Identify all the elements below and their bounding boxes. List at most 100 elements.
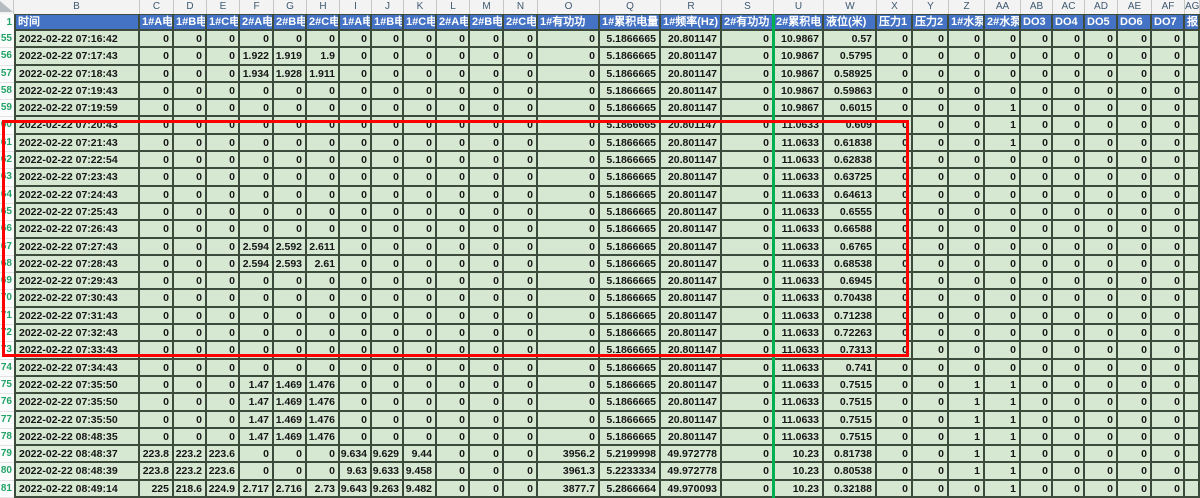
cell-Z73[interactable]: 0 bbox=[949, 342, 985, 359]
column-letter-S[interactable]: S bbox=[722, 0, 774, 14]
cell-L58[interactable]: 0 bbox=[437, 83, 470, 100]
cell-AD77[interactable]: 0 bbox=[1085, 412, 1118, 429]
cell-O76[interactable]: 0 bbox=[538, 394, 600, 411]
cell-AA66[interactable]: 0 bbox=[985, 221, 1021, 238]
column-letter-Y[interactable]: Y bbox=[913, 0, 949, 14]
cell-H77[interactable]: 1.476 bbox=[307, 412, 340, 429]
cell-AD74[interactable]: 0 bbox=[1085, 360, 1118, 377]
header-cell-S[interactable]: 2#有功功 bbox=[722, 14, 774, 31]
cell-B56[interactable]: 2022-02-22 07:17:43 bbox=[14, 48, 140, 65]
cell-AC60[interactable]: 0 bbox=[1053, 117, 1085, 134]
cell-C55[interactable]: 0 bbox=[140, 31, 174, 48]
cell-C77[interactable]: 0 bbox=[140, 412, 174, 429]
cell-L55[interactable]: 0 bbox=[437, 31, 470, 48]
cell-Y56[interactable]: 0 bbox=[913, 48, 949, 65]
cell-I56[interactable]: 0 bbox=[340, 48, 372, 65]
cell-AC70[interactable]: 0 bbox=[1053, 290, 1085, 307]
cell-E59[interactable]: 0 bbox=[207, 100, 240, 117]
cell-F76[interactable]: 1.47 bbox=[240, 394, 274, 411]
cell-AC73[interactable]: 0 bbox=[1053, 342, 1085, 359]
cell-D75[interactable]: 0 bbox=[174, 377, 207, 394]
cell-W78[interactable]: 0.7515 bbox=[824, 429, 877, 446]
cell-O75[interactable]: 0 bbox=[538, 377, 600, 394]
cell-Z80[interactable]: 1 bbox=[949, 463, 985, 480]
cell-Z64[interactable]: 0 bbox=[949, 187, 985, 204]
cell-AB68[interactable]: 0 bbox=[1021, 256, 1053, 273]
cell-AC55[interactable]: 0 bbox=[1053, 31, 1085, 48]
cell-Y70[interactable]: 0 bbox=[913, 290, 949, 307]
header-cell-N[interactable]: 2#C电 bbox=[504, 14, 538, 31]
column-letter-B[interactable]: B bbox=[14, 0, 140, 14]
cell-H80[interactable]: 0 bbox=[307, 463, 340, 480]
cell-G59[interactable]: 0 bbox=[274, 100, 307, 117]
cell-AB80[interactable]: 0 bbox=[1021, 463, 1053, 480]
cell-AC81[interactable]: 0 bbox=[1053, 481, 1085, 498]
cell-R55[interactable]: 20.801147 bbox=[661, 31, 722, 48]
cell-AD68[interactable]: 0 bbox=[1085, 256, 1118, 273]
header-cell-K[interactable]: 1#C电 bbox=[404, 14, 437, 31]
cell-G80[interactable]: 0 bbox=[274, 463, 307, 480]
cell-AF81[interactable]: 0 bbox=[1152, 481, 1185, 498]
cell-I59[interactable]: 0 bbox=[340, 100, 372, 117]
cell-S77[interactable]: 0 bbox=[722, 412, 774, 429]
column-letter-AD[interactable]: AD bbox=[1085, 0, 1118, 14]
cell-Q77[interactable]: 5.1866665 bbox=[600, 412, 661, 429]
cell-AB77[interactable]: 0 bbox=[1021, 412, 1053, 429]
cell-S59[interactable]: 0 bbox=[722, 100, 774, 117]
header-cell-Q[interactable]: 1#累积电量 bbox=[600, 14, 661, 31]
cell-C75[interactable]: 0 bbox=[140, 377, 174, 394]
header-cell-R[interactable]: 1#频率(Hz) bbox=[661, 14, 722, 31]
cell-R77[interactable]: 20.801147 bbox=[661, 412, 722, 429]
cell-AA56[interactable]: 0 bbox=[985, 48, 1021, 65]
cell-E77[interactable]: 0 bbox=[207, 412, 240, 429]
header-cell-U[interactable]: 2#累积电 bbox=[774, 14, 824, 31]
cell-AG79[interactable] bbox=[1185, 446, 1200, 463]
cell-AA57[interactable]: 0 bbox=[985, 66, 1021, 83]
cell-AB69[interactable]: 0 bbox=[1021, 273, 1053, 290]
cell-AE64[interactable]: 0 bbox=[1118, 187, 1152, 204]
cell-AE63[interactable]: 0 bbox=[1118, 169, 1152, 186]
cell-K57[interactable]: 0 bbox=[404, 66, 437, 83]
cell-AB56[interactable]: 0 bbox=[1021, 48, 1053, 65]
cell-M59[interactable]: 0 bbox=[470, 100, 504, 117]
cell-L77[interactable]: 0 bbox=[437, 412, 470, 429]
cell-L79[interactable]: 0 bbox=[437, 446, 470, 463]
cell-Z75[interactable]: 1 bbox=[949, 377, 985, 394]
cell-Q59[interactable]: 5.1866665 bbox=[600, 100, 661, 117]
cell-AG59[interactable] bbox=[1185, 100, 1200, 117]
cell-G56[interactable]: 1.919 bbox=[274, 48, 307, 65]
cell-G75[interactable]: 1.469 bbox=[274, 377, 307, 394]
cell-AC64[interactable]: 0 bbox=[1053, 187, 1085, 204]
column-letter-H[interactable]: H bbox=[307, 0, 340, 14]
cell-AA59[interactable]: 1 bbox=[985, 100, 1021, 117]
cell-AB81[interactable]: 0 bbox=[1021, 481, 1053, 498]
cell-B58[interactable]: 2022-02-22 07:19:43 bbox=[14, 83, 140, 100]
cell-M56[interactable]: 0 bbox=[470, 48, 504, 65]
cell-AF61[interactable]: 0 bbox=[1152, 135, 1185, 152]
cell-AD66[interactable]: 0 bbox=[1085, 221, 1118, 238]
cell-Z77[interactable]: 1 bbox=[949, 412, 985, 429]
cell-AB62[interactable]: 0 bbox=[1021, 152, 1053, 169]
row-number-76[interactable]: 76 bbox=[0, 394, 14, 411]
cell-E76[interactable]: 0 bbox=[207, 394, 240, 411]
cell-Y75[interactable]: 0 bbox=[913, 377, 949, 394]
cell-AG69[interactable] bbox=[1185, 273, 1200, 290]
cell-W55[interactable]: 0.57 bbox=[824, 31, 877, 48]
cell-S80[interactable]: 0 bbox=[722, 463, 774, 480]
cell-J80[interactable]: 9.633 bbox=[372, 463, 404, 480]
cell-AB65[interactable]: 0 bbox=[1021, 204, 1053, 221]
cell-J74[interactable]: 0 bbox=[372, 360, 404, 377]
cell-Y71[interactable]: 0 bbox=[913, 308, 949, 325]
cell-AA60[interactable]: 1 bbox=[985, 117, 1021, 134]
cell-K80[interactable]: 9.458 bbox=[404, 463, 437, 480]
cell-AF60[interactable]: 0 bbox=[1152, 117, 1185, 134]
cell-AE68[interactable]: 0 bbox=[1118, 256, 1152, 273]
cell-AG60[interactable] bbox=[1185, 117, 1200, 134]
cell-AF62[interactable]: 0 bbox=[1152, 152, 1185, 169]
cell-Q58[interactable]: 5.1866665 bbox=[600, 83, 661, 100]
column-letter-AG[interactable]: AG bbox=[1185, 0, 1200, 14]
column-letter-AF[interactable]: AF bbox=[1152, 0, 1185, 14]
cell-AB57[interactable]: 0 bbox=[1021, 66, 1053, 83]
row-number-59[interactable]: 59 bbox=[0, 100, 14, 117]
cell-G81[interactable]: 2.716 bbox=[274, 481, 307, 498]
